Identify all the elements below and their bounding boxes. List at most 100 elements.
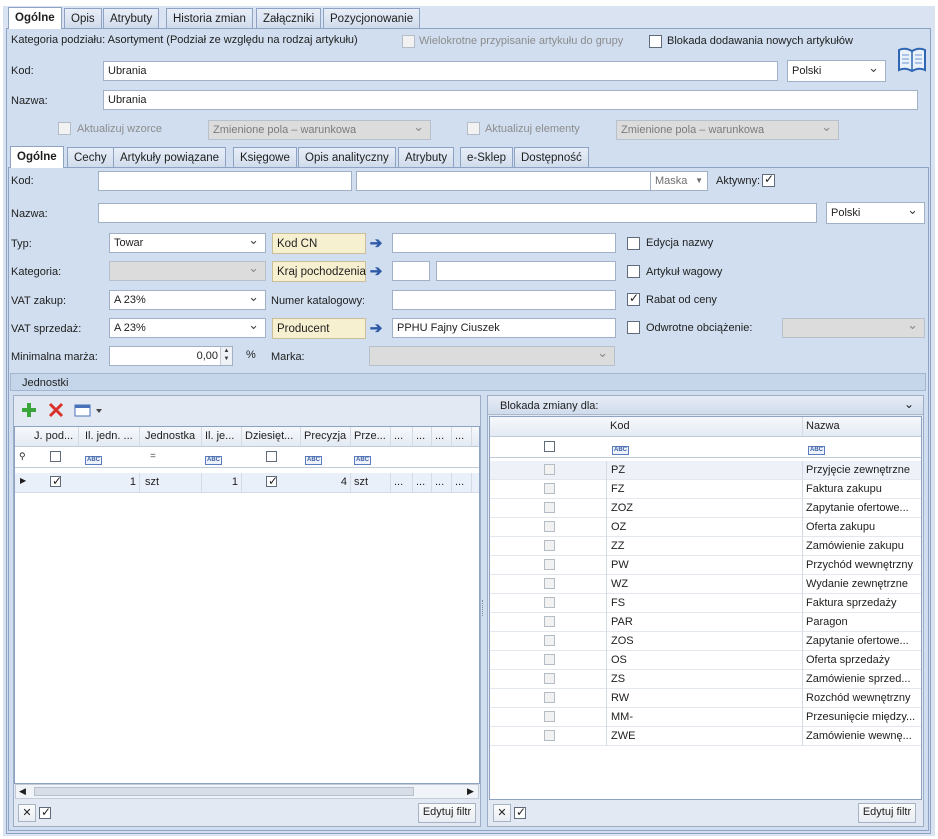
artykul-wagowy-checkbox[interactable] (627, 265, 640, 278)
blokada-row-checkbox[interactable] (544, 711, 555, 722)
kod-cn-field[interactable] (392, 233, 616, 253)
filter-jpod-checkbox[interactable] (50, 451, 61, 462)
edytuj-filtr-button-right[interactable]: Edytuj filtr (858, 803, 916, 823)
blokada-row-checkbox[interactable] (544, 730, 555, 741)
minimalna-marza-field[interactable]: 0,00 (109, 346, 233, 366)
filter-abc-icon[interactable]: ABC (354, 452, 371, 465)
kategoria-select[interactable] (109, 261, 266, 281)
blokada-row-checkbox[interactable] (544, 578, 555, 589)
aktywny-checkbox[interactable] (762, 172, 775, 187)
form-kod-field-2[interactable] (356, 171, 652, 191)
form-language-select[interactable]: Polski (826, 202, 925, 224)
blokada-row-checkbox[interactable] (544, 483, 555, 494)
producent-arrow-icon[interactable]: ➔ (367, 320, 385, 338)
tab-historia-zmian[interactable]: Historia zmian (166, 8, 253, 29)
filter-abc-icon[interactable]: ABC (305, 452, 322, 465)
filter-abc-icon[interactable]: ABC (808, 442, 825, 455)
kraj-arrow-icon[interactable]: ➔ (367, 263, 385, 281)
list-item[interactable]: MM- Przesunięcie między... (490, 708, 921, 727)
edytuj-filtr-button-left[interactable]: Edytuj filtr (418, 803, 476, 823)
col-extra-1[interactable]: ... (391, 427, 413, 446)
odwrotne-obciazenie-select[interactable] (782, 318, 925, 338)
list-item[interactable]: ZS Zamówienie sprzed... (490, 670, 921, 689)
tab-ogolne-inner[interactable]: Ogólne (10, 146, 64, 168)
kod-cn-arrow-icon[interactable]: ➔ (367, 235, 385, 253)
col-il-jedn[interactable]: Il. jedn. ... (82, 427, 140, 446)
marza-spinner-icon[interactable]: ▲ ▼ (220, 347, 232, 365)
list-item[interactable]: FZ Faktura zakupu (490, 480, 921, 499)
tab-dostepnosc[interactable]: Dostępność (514, 147, 589, 168)
list-item[interactable]: ZZ Zamówienie zakupu (490, 537, 921, 556)
list-item[interactable]: OZ Oferta zakupu (490, 518, 921, 537)
blokada-row-checkbox[interactable] (544, 464, 555, 475)
filter-abc-icon[interactable]: ABC (85, 452, 102, 465)
filter-dziesietne-checkbox[interactable] (266, 451, 277, 462)
splitter-handle[interactable] (482, 600, 485, 616)
filter-active-checkbox[interactable] (514, 805, 526, 819)
blokada-row-checkbox[interactable] (544, 654, 555, 665)
col-j-pod[interactable]: J. pod... (31, 427, 79, 446)
col-dziesietne[interactable]: Dziesięt... (242, 427, 301, 446)
clear-filter-icon[interactable]: ✕ (493, 804, 511, 822)
odwrotne-obciazenie-checkbox[interactable] (627, 321, 640, 334)
list-item[interactable]: FS Faktura sprzedaży (490, 594, 921, 613)
col-extra-4[interactable]: ... (452, 427, 472, 446)
edycja-nazwy-checkbox[interactable] (627, 237, 640, 250)
aktualizuj-wzorce-checkbox[interactable] (58, 122, 71, 135)
list-item[interactable]: WZ Wydanie zewnętrzne (490, 575, 921, 594)
tab-zalaczniki[interactable]: Załączniki (256, 8, 322, 29)
wzorce-select[interactable]: Zmienione pola – warunkowa (208, 120, 431, 140)
list-item[interactable]: ZOZ Zapytanie ofertowe... (490, 499, 921, 518)
add-icon[interactable] (20, 401, 38, 419)
view-options-icon[interactable] (74, 402, 104, 418)
tab-atrybuty-top[interactable]: Atrybuty (103, 8, 160, 29)
kraj-code-field[interactable] (392, 261, 430, 281)
list-item[interactable]: PZ Przyjęcie zewnętrzne (490, 461, 921, 480)
vat-sprzedaz-select[interactable]: A 23% (109, 318, 266, 338)
col-kod[interactable]: Kod (607, 417, 803, 436)
tab-ogolne-top[interactable]: Ogólne (8, 7, 62, 29)
producent-field[interactable]: PPHU Fajny Ciuszek (392, 318, 616, 338)
blokada-row-checkbox[interactable] (544, 616, 555, 627)
list-item[interactable]: PW Przychód wewnętrzny (490, 556, 921, 575)
book-icon[interactable] (896, 46, 928, 74)
wielokrotne-checkbox[interactable] (402, 35, 415, 48)
blokada-row-checkbox[interactable] (544, 540, 555, 551)
marka-select[interactable] (369, 346, 615, 366)
col-jednostka[interactable]: Jednostka (142, 427, 202, 446)
col-prze[interactable]: Prze... (351, 427, 391, 446)
tab-pozycjonowanie[interactable]: Pozycjonowanie (323, 8, 421, 29)
blokada-row-checkbox[interactable] (544, 559, 555, 570)
kraj-field[interactable] (436, 261, 616, 281)
kod-cn-button[interactable]: Kod CN (272, 233, 366, 254)
form-nazwa-field[interactable] (98, 203, 817, 223)
blokada-row-checkbox[interactable] (544, 521, 555, 532)
scroll-right-icon[interactable]: ▶ (467, 784, 474, 799)
list-item[interactable]: ZWE Zamówienie wewnę... (490, 727, 921, 746)
list-item[interactable]: RW Rozchód wewnętrzny (490, 689, 921, 708)
kod-language-select[interactable]: Polski (787, 60, 886, 82)
col-extra-2[interactable]: ... (413, 427, 432, 446)
kod-field[interactable]: Ubrania (103, 61, 778, 81)
kraj-pochodzenia-button[interactable]: Kraj pochodzenia (272, 261, 366, 282)
filter-abc-icon[interactable]: ABC (612, 442, 629, 455)
tab-artykuly-powiazane[interactable]: Artykuły powiązane (113, 147, 227, 168)
list-item[interactable]: PAR Paragon (490, 613, 921, 632)
tab-opis-analityczny[interactable]: Opis analityczny (298, 147, 396, 168)
filter-abc-icon[interactable]: ABC (205, 452, 222, 465)
aktualizuj-elementy-checkbox[interactable] (467, 122, 480, 135)
tab-opis[interactable]: Opis (64, 8, 102, 29)
col-precyzja[interactable]: Precyzja (301, 427, 351, 446)
clear-filter-icon[interactable]: ✕ (18, 804, 36, 822)
blokada-row-checkbox[interactable] (544, 502, 555, 513)
rabat-od-ceny-checkbox[interactable] (627, 291, 640, 306)
blokada-row-checkbox[interactable] (544, 635, 555, 646)
row-dziesietne-checkbox[interactable] (266, 474, 278, 488)
blokada-filter-checkbox[interactable] (544, 441, 555, 452)
filter-active-checkbox[interactable] (39, 805, 51, 819)
scroll-thumb[interactable] (34, 787, 414, 796)
blokada-dodawania-checkbox[interactable] (649, 35, 662, 48)
list-item[interactable]: ZOS Zapytanie ofertowe... (490, 632, 921, 651)
collapse-chevron-icon[interactable]: ⌄ (904, 397, 914, 411)
elementy-select[interactable]: Zmienione pola – warunkowa (616, 120, 839, 140)
